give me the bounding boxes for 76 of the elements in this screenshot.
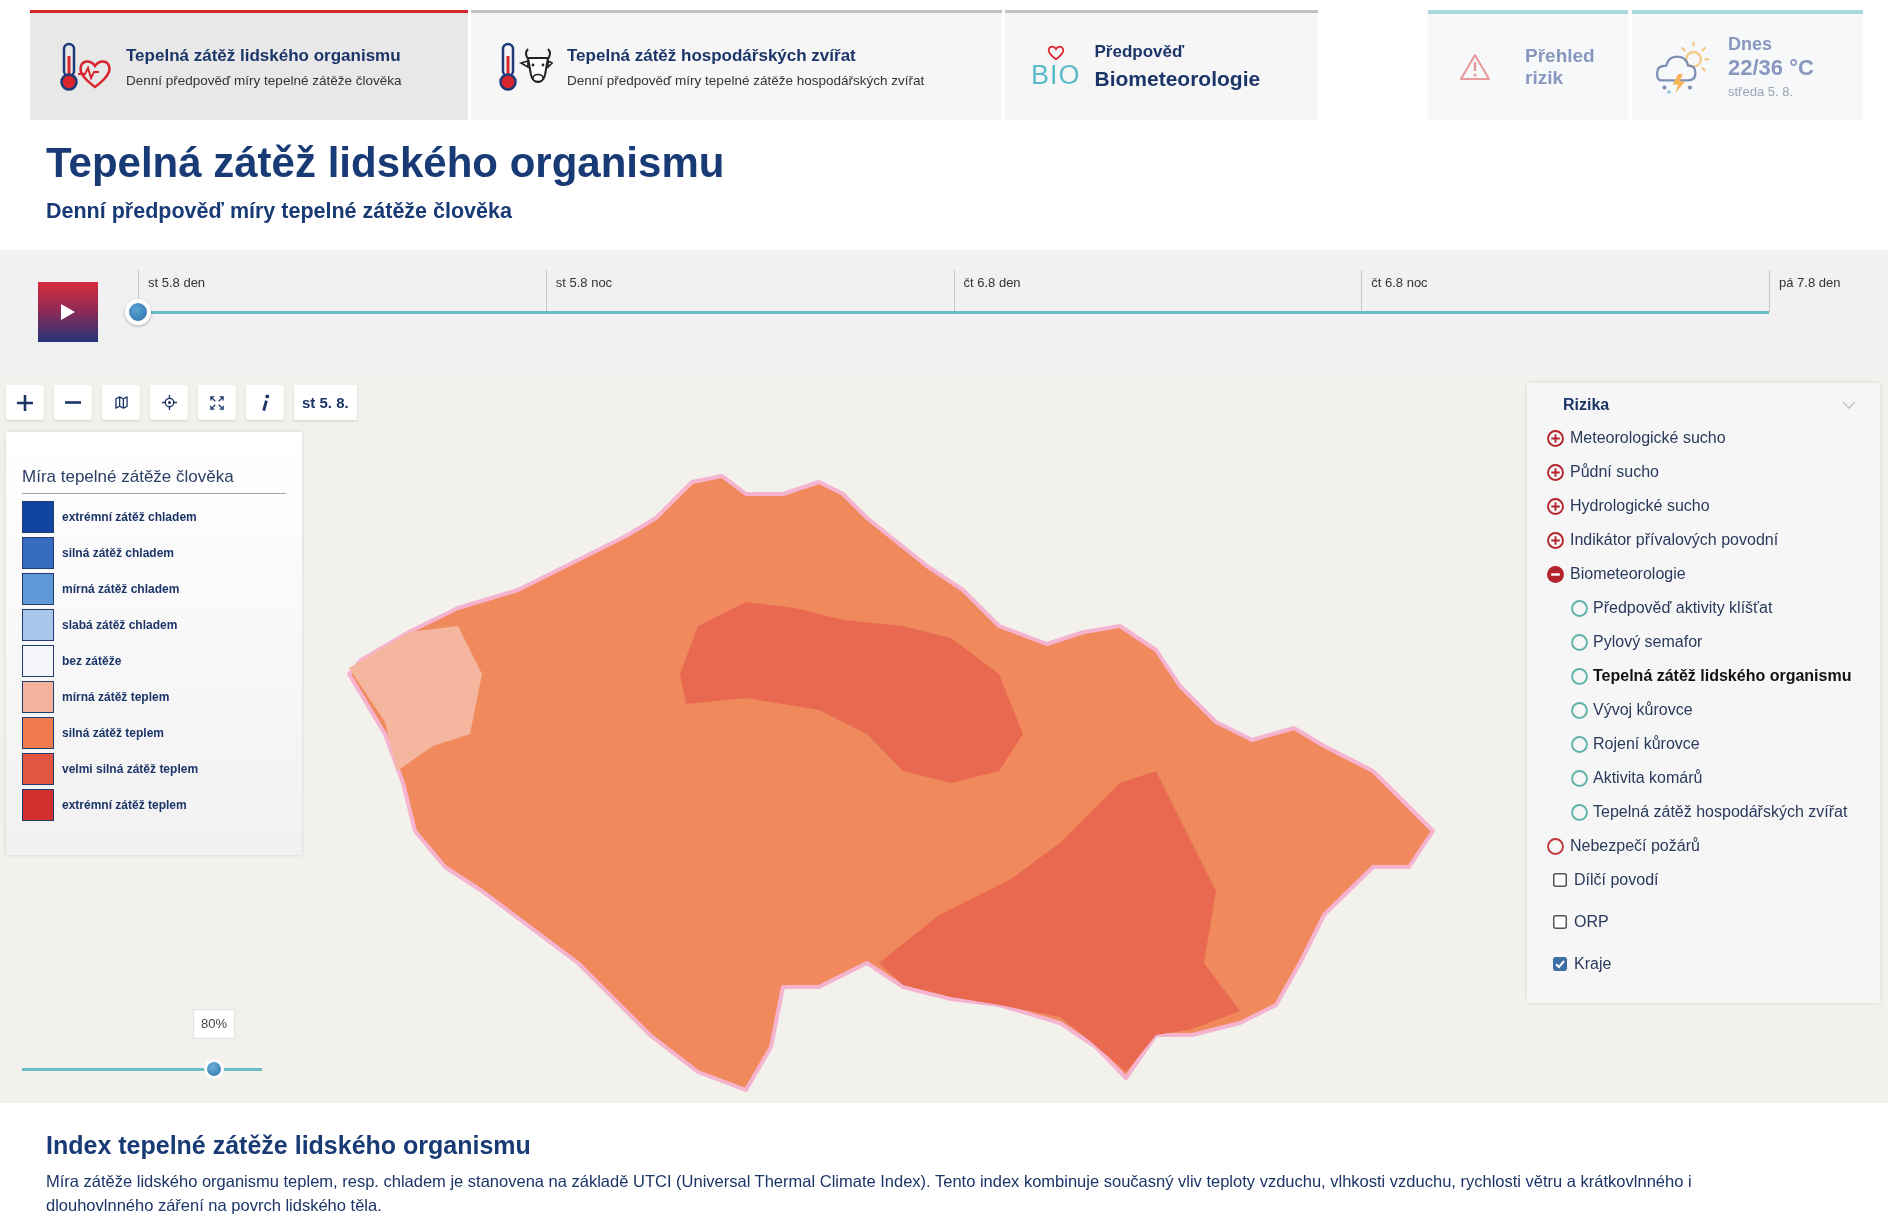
radio-icon (1571, 803, 1588, 821)
info-heading: Index tepelné zátěže lidského organismu (46, 1130, 532, 1160)
layer-item[interactable]: Nebezpečí požárů (1527, 829, 1880, 863)
legend-label: mírná zátěž chladem (62, 582, 180, 596)
basemap-button[interactable] (102, 385, 140, 420)
info-paragraph: Míra zátěže lidského organismu teplem, resp. chladem je stanovena na základě UTCI (Universal Thermal Climate Index). Tento index kombinuje současný vliv teploty vzduchu, vlhkosti vzduchu, rychlosti větru a krátkovlnného i dlouhovlnného záření na povrch lidského těla. (46, 1171, 1693, 1216)
minus-icon (65, 401, 81, 404)
zoom-in-button[interactable] (6, 385, 44, 420)
legend-label: slabá zátěž chladem (62, 618, 178, 632)
layer-item[interactable]: Tepelná zátěž hospodářských zvířat (1527, 795, 1880, 829)
bio-logo-text: BIO (1031, 60, 1081, 89)
page-subtitle: Denní předpověď míry tepelné zátěže člověka (46, 198, 513, 224)
layer-item[interactable]: Rojení kůrovce (1527, 727, 1880, 761)
opacity-slider[interactable] (22, 1059, 262, 1079)
checkbox-option[interactable]: ORP (1527, 905, 1880, 939)
checkbox[interactable] (1553, 957, 1567, 971)
legend-label: velmi silná zátěž teplem (62, 762, 199, 776)
play-icon (61, 304, 75, 320)
layer-item[interactable]: Tepelná zátěž lidského organismu (1527, 659, 1880, 693)
timeline-label: čt 6.8 den (963, 275, 1021, 290)
legend-title: Míra tepelné zátěže člověka (22, 466, 286, 494)
slider-thumb[interactable] (204, 1059, 224, 1079)
layer-group[interactable]: Hydrologické sucho (1527, 489, 1880, 523)
checkbox[interactable] (1553, 915, 1567, 929)
layers-title[interactable]: Rizika (1563, 396, 1610, 414)
tab[interactable]: Tepelná zátěž lidského organismu Denní předpověď míry tepelné zátěže člověka (30, 10, 468, 120)
timeline-label: st 5.8 den (148, 275, 206, 290)
map-date-label: st 5. 8. (294, 385, 357, 420)
weather-day: Dnes (1728, 33, 1814, 55)
thermometer-cow-icon (497, 41, 553, 92)
legend-label: mírná zátěž teplem (62, 690, 170, 704)
layer-item[interactable]: Pylový semafor (1527, 625, 1880, 659)
warning-icon (1459, 53, 1491, 81)
radio-icon (1571, 667, 1588, 685)
legend-label: extrémní zátěž chladem (62, 510, 197, 524)
info-button[interactable] (246, 385, 284, 420)
page-title: Tepelná zátěž lidského organismu (46, 140, 726, 186)
radio-icon (1571, 735, 1588, 753)
layer-group[interactable]: Biometeorologie (1527, 557, 1880, 591)
checkbox[interactable] (1553, 873, 1567, 887)
timeline-label: st 5.8 noc (555, 275, 613, 290)
map-icon (114, 396, 128, 409)
timeline-label: pá 7.8 den (1779, 275, 1841, 290)
info-icon (260, 394, 270, 411)
plus-icon (17, 394, 33, 411)
layer-group[interactable]: Indikátor přívalových povodní (1527, 523, 1880, 557)
timeline-thumb[interactable] (125, 299, 151, 325)
fullscreen-icon (210, 395, 224, 410)
crosshair-icon (161, 395, 177, 410)
locate-button[interactable] (150, 385, 188, 420)
layer-item[interactable]: Vývoj kůrovce (1527, 693, 1880, 727)
weather-date: středa 5. 8. (1728, 83, 1795, 101)
radio-icon (1571, 769, 1588, 787)
timeline-label: čt 6.8 noc (1371, 275, 1428, 290)
legend-label: silná zátěž chladem (62, 546, 175, 560)
weather-temperature: 22/36 °C (1728, 55, 1814, 81)
tab[interactable]: Tepelná zátěž hospodářských zvířat Denní předpověď míry tepelné zátěže hospodářských zvířat (471, 10, 1002, 120)
layer-item[interactable]: Předpověď aktivity klíšťat (1527, 591, 1880, 625)
checkbox-option[interactable]: Dílčí povodí (1527, 863, 1880, 897)
tab[interactable]: BIO Předpověď Biometeorologie (1005, 10, 1318, 120)
radio-icon (1547, 837, 1564, 855)
legend-label: bez zátěže (62, 654, 122, 668)
radio-icon (1571, 633, 1588, 651)
legend-label: silná zátěž teplem (62, 726, 165, 740)
fullscreen-button[interactable] (198, 385, 236, 420)
radio-icon (1571, 599, 1588, 617)
opacity-value-label: 80% (193, 1009, 235, 1039)
checkbox-option[interactable]: Kraje (1527, 947, 1880, 981)
layer-item[interactable]: Aktivita komárů (1527, 761, 1880, 795)
radio-icon (1571, 701, 1588, 719)
play-button[interactable] (38, 282, 98, 342)
heart-icon (1046, 44, 1065, 61)
layer-group[interactable]: Meteorologické sucho (1527, 421, 1880, 455)
zoom-out-button[interactable] (54, 385, 92, 420)
legend-label: extrémní zátěž teplem (62, 798, 187, 812)
layer-group[interactable]: Půdní sucho (1527, 455, 1880, 489)
